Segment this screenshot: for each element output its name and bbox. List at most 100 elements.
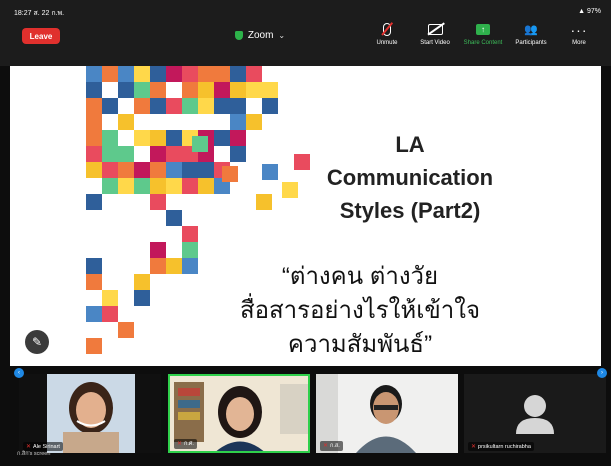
mosaic-square xyxy=(166,66,182,82)
participants-icon: 👥 xyxy=(524,24,538,36)
mosaic-square xyxy=(166,162,182,178)
pencil-icon: ✎ xyxy=(31,335,43,349)
mosaic-square xyxy=(150,146,166,162)
meeting-controls: Unmute Start Video ↑ Share Content 👥 Par… xyxy=(367,21,599,47)
mosaic-square xyxy=(134,66,150,82)
mosaic-square xyxy=(214,130,230,146)
mosaic-square xyxy=(182,258,198,274)
mosaic-square xyxy=(86,98,102,114)
slide-subtitle-line: ความสัมพันธ์” xyxy=(287,331,433,358)
participants-button[interactable]: 👥 Participants xyxy=(511,23,551,46)
video-off-icon xyxy=(427,24,443,35)
mosaic-square xyxy=(262,82,278,98)
participant-name-label: ✕ ก.ส. xyxy=(320,441,343,451)
slide-title-line: Communication xyxy=(326,165,494,190)
mosaic-square xyxy=(198,178,214,194)
mosaic-square xyxy=(230,98,246,114)
mosaic-square xyxy=(102,306,118,322)
mosaic-square xyxy=(230,130,246,146)
share-content-label: Share Content xyxy=(463,40,503,46)
unmute-label: Unmute xyxy=(376,40,398,46)
mic-muted-icon: ✕ xyxy=(177,441,183,447)
mosaic-square xyxy=(118,146,134,162)
mosaic-square xyxy=(192,136,208,152)
gallery-next-icon[interactable]: › xyxy=(597,368,607,378)
mosaic-square xyxy=(198,98,214,114)
mosaic-square xyxy=(102,66,118,82)
mosaic-square xyxy=(86,114,102,130)
mosaic-square xyxy=(262,98,278,114)
mosaic-square xyxy=(150,162,166,178)
mosaic-square xyxy=(246,66,262,82)
mic-muted-icon: ✕ xyxy=(471,444,477,450)
mosaic-square xyxy=(86,130,102,146)
mosaic-square xyxy=(166,98,182,114)
mosaic-square xyxy=(134,130,150,146)
mosaic-square xyxy=(230,114,246,130)
ipad-screen: 18:27 ส. 22 ก.พ. ▲ 97% Leave Zoom ⌄ Unmu… xyxy=(0,0,611,466)
share-content-button[interactable]: ↑ Share Content xyxy=(463,23,503,46)
mic-muted-icon: ✕ xyxy=(323,443,329,449)
slide-subtitle-line: “ต่างคน ต่างวัย xyxy=(281,263,439,290)
mic-muted-icon xyxy=(383,23,391,36)
mosaic-square xyxy=(86,306,102,322)
wifi-icon: ▲ xyxy=(578,8,587,15)
mosaic-square xyxy=(118,178,134,194)
mosaic-square xyxy=(166,130,182,146)
shield-icon xyxy=(234,30,243,40)
mosaic-square xyxy=(214,82,230,98)
mosaic-square xyxy=(86,274,102,290)
mosaic-square xyxy=(230,146,246,162)
participant-tile-no-video[interactable]: ✕ prsikultarn ruchirabha xyxy=(464,374,606,453)
mosaic-square xyxy=(166,210,182,226)
participant-tile-active-speaker[interactable]: ✕ ก.ศ. xyxy=(168,374,310,453)
start-video-button[interactable]: Start Video xyxy=(415,23,455,46)
mosaic-square xyxy=(134,274,150,290)
status-time: 18:27 ส. 22 ก.พ. xyxy=(14,10,65,17)
mosaic-square xyxy=(86,146,102,162)
slide-title-line: LA xyxy=(395,132,425,157)
mosaic-square xyxy=(230,66,246,82)
leave-button[interactable]: Leave xyxy=(22,28,60,44)
slide-title: LA Communication Styles (Part2) xyxy=(295,128,525,227)
mosaic-square xyxy=(198,66,214,82)
mosaic-square xyxy=(182,242,198,258)
mosaic-square xyxy=(134,82,150,98)
participant-gallery: ✕ Ale Sirinart ✕ ก.ศ. ✕ ก.ส. ✕ prsikulta… xyxy=(0,366,611,466)
mosaic-square xyxy=(134,178,150,194)
mosaic-square xyxy=(182,162,198,178)
mosaic-square xyxy=(166,258,182,274)
mosaic-square xyxy=(214,66,230,82)
more-button[interactable]: ··· More xyxy=(559,21,599,47)
shared-screen: LA Communication Styles (Part2) “ต่างคน … xyxy=(10,66,601,366)
mosaic-square xyxy=(214,98,230,114)
meeting-info-button[interactable]: Zoom ⌄ xyxy=(210,27,310,43)
status-bar: 18:27 ส. 22 ก.พ. ▲ 97% xyxy=(10,8,601,18)
mosaic-square xyxy=(150,98,166,114)
screen-share-owner-label: ก.สิก's screen xyxy=(17,451,51,457)
meeting-title: Zoom xyxy=(247,29,274,41)
gallery-prev-icon[interactable]: ‹ xyxy=(14,368,24,378)
meeting-toolbar: 18:27 ส. 22 ก.พ. ▲ 97% Leave Zoom ⌄ Unmu… xyxy=(0,0,611,66)
mosaic-square xyxy=(86,66,102,82)
mosaic-square xyxy=(256,194,272,210)
mosaic-square xyxy=(86,338,102,354)
mosaic-square xyxy=(150,242,166,258)
unmute-button[interactable]: Unmute xyxy=(367,23,407,46)
mosaic-square xyxy=(198,162,214,178)
more-label: More xyxy=(572,40,586,46)
participant-tile[interactable]: ✕ Ale Sirinart xyxy=(19,374,161,453)
mosaic-square xyxy=(86,258,102,274)
mosaic-square xyxy=(86,162,102,178)
participant-tile[interactable]: ✕ ก.ส. xyxy=(316,374,458,453)
mosaic-square xyxy=(118,322,134,338)
battery-level: ▲ 97% xyxy=(578,8,601,15)
mosaic-square xyxy=(150,82,166,98)
mosaic-square xyxy=(150,258,166,274)
mosaic-square xyxy=(150,194,166,210)
mosaic-square xyxy=(182,82,198,98)
annotate-button[interactable]: ✎ xyxy=(25,330,49,354)
share-icon: ↑ xyxy=(476,24,490,35)
more-icon: ··· xyxy=(570,21,588,38)
mosaic-square xyxy=(102,290,118,306)
